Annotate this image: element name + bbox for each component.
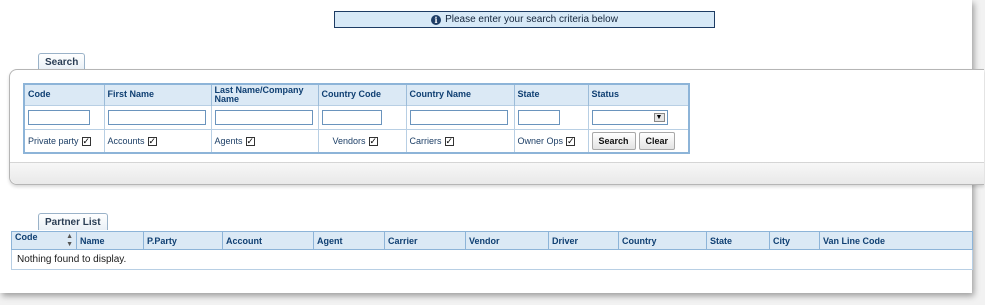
first-name-input[interactable]	[107, 109, 206, 125]
tab-search-label: Search	[45, 56, 79, 68]
tab-partner-list[interactable]: Partner List	[38, 213, 108, 230]
last-name-input[interactable]	[214, 109, 313, 125]
private-party-checkbox[interactable]: ✓	[81, 136, 91, 146]
column-agent[interactable]: Agent	[313, 231, 385, 250]
chevron-down-icon[interactable]: ▼	[653, 112, 665, 122]
agents-checkbox[interactable]: ✓	[245, 136, 255, 146]
header-country-code: Country Code	[318, 84, 407, 105]
search-input-row: ▼	[24, 104, 690, 129]
column-carrier[interactable]: Carrier	[384, 231, 466, 250]
carriers-label: Carriers	[409, 135, 442, 146]
column-city[interactable]: City	[769, 231, 820, 250]
empty-message: Nothing found to display.	[11, 249, 973, 270]
page: i Please enter your search criteria belo…	[0, 0, 984, 293]
search-button[interactable]: Search	[591, 131, 636, 150]
search-header-row: Code First Name Last Name/Company Name C…	[24, 84, 690, 105]
column-code[interactable]: Code ▲ ▼	[11, 231, 77, 250]
column-pparty[interactable]: P.Party	[143, 231, 223, 250]
clear-button[interactable]: Clear	[638, 131, 676, 150]
header-last-name: Last Name/Company Name	[211, 84, 319, 105]
private-party-label: Private party	[28, 135, 79, 146]
carriers-checkbox[interactable]: ✓	[444, 136, 454, 146]
header-country-name: Country Name	[406, 84, 515, 105]
country-name-input[interactable]	[409, 109, 508, 125]
partner-list-table: Code ▲ ▼ Name P.Party Account Agent Carrie…	[11, 231, 973, 270]
header-first-name: First Name	[104, 84, 212, 105]
table-row: Nothing found to display.	[11, 249, 973, 270]
info-banner: i Please enter your search criteria belo…	[334, 11, 715, 28]
header-code: Code	[24, 84, 105, 105]
header-status: Status	[588, 84, 690, 105]
status-select[interactable]: ▼	[591, 109, 668, 125]
code-input[interactable]	[28, 109, 90, 125]
info-banner-text: Please enter your search criteria below	[445, 14, 618, 25]
header-state: State	[514, 84, 589, 105]
tab-search[interactable]: Search	[38, 53, 86, 70]
owner-ops-label: Owner Ops	[517, 135, 564, 146]
search-panel-footer	[10, 162, 984, 184]
partner-header-row: Code ▲ ▼ Name P.Party Account Agent Carrie…	[11, 231, 973, 250]
accounts-checkbox[interactable]: ✓	[147, 136, 157, 146]
vendors-checkbox[interactable]: ✓	[368, 136, 378, 146]
tab-partner-list-label: Partner List	[45, 216, 101, 228]
search-checkbox-row: Private party ✓ Accounts ✓ Agents ✓ Vendors…	[24, 128, 690, 153]
agents-label: Agents	[214, 135, 243, 146]
column-vendor[interactable]: Vendor	[465, 231, 549, 250]
country-code-input[interactable]	[321, 109, 382, 125]
owner-ops-checkbox[interactable]: ✓	[566, 136, 576, 146]
column-driver[interactable]: Driver	[548, 231, 619, 250]
search-panel: Code First Name Last Name/Company Name C…	[9, 69, 984, 185]
sort-icon[interactable]: ▲ ▼	[66, 233, 73, 249]
state-input[interactable]	[517, 109, 560, 125]
info-icon: i	[431, 14, 442, 25]
column-state[interactable]: State	[706, 231, 770, 250]
search-criteria-table: Code First Name Last Name/Company Name C…	[23, 83, 690, 154]
accounts-label: Accounts	[107, 135, 145, 146]
column-van-line-code[interactable]: Van Line Code	[819, 231, 973, 250]
column-name[interactable]: Name	[76, 231, 144, 250]
column-country[interactable]: Country	[618, 231, 707, 250]
column-account[interactable]: Account	[222, 231, 314, 250]
vendors-label: Vendors	[332, 135, 366, 146]
